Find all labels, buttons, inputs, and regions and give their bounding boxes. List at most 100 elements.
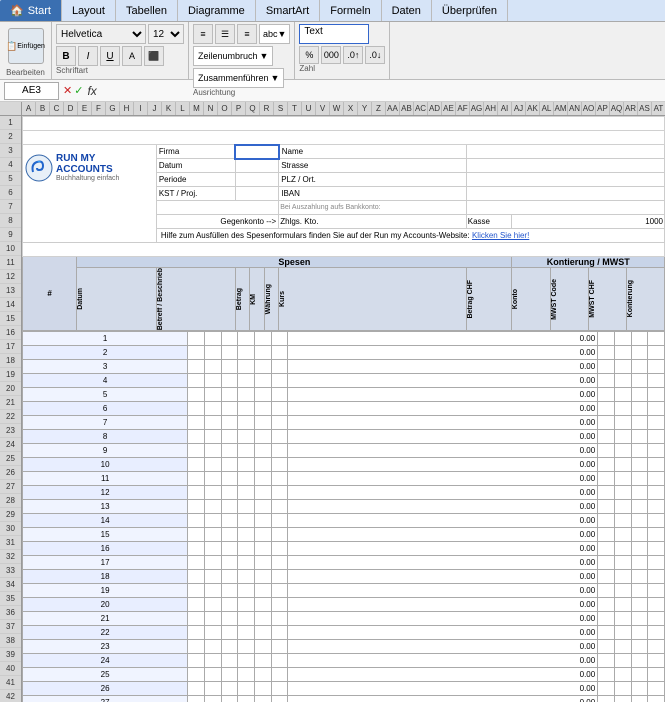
kontierung-cell[interactable]: [648, 472, 665, 486]
kurs-cell[interactable]: [271, 668, 288, 682]
percent-btn[interactable]: %: [299, 46, 319, 64]
menu-daten[interactable]: Daten: [382, 0, 432, 21]
mwstcode-cell[interactable]: [614, 444, 631, 458]
betrag-cell[interactable]: [221, 388, 238, 402]
km-cell[interactable]: [238, 444, 255, 458]
font-color-button[interactable]: A: [122, 46, 142, 66]
betrag-cell[interactable]: [221, 668, 238, 682]
betreff-cell[interactable]: [204, 388, 221, 402]
konto-cell[interactable]: [598, 346, 615, 360]
datum-cell[interactable]: [188, 542, 205, 556]
datum-cell[interactable]: [188, 430, 205, 444]
km-cell[interactable]: [238, 374, 255, 388]
kontierung-cell[interactable]: [648, 528, 665, 542]
km-cell[interactable]: [238, 402, 255, 416]
mwstcode-cell[interactable]: [614, 332, 631, 346]
menu-layout[interactable]: Layout: [62, 0, 116, 21]
km-cell[interactable]: [238, 570, 255, 584]
datum-cell[interactable]: [188, 528, 205, 542]
kontierung-cell[interactable]: [648, 416, 665, 430]
mwstchf-cell[interactable]: [631, 500, 648, 514]
mwstchf-cell[interactable]: [631, 486, 648, 500]
wahrung-cell[interactable]: [254, 626, 271, 640]
datum-cell[interactable]: [188, 388, 205, 402]
kurs-cell[interactable]: [271, 598, 288, 612]
mwstchf-cell[interactable]: [631, 374, 648, 388]
mwstchf-cell[interactable]: [631, 444, 648, 458]
betreff-cell[interactable]: [204, 416, 221, 430]
wahrung-cell[interactable]: [254, 346, 271, 360]
konto-cell[interactable]: [598, 612, 615, 626]
konto-cell[interactable]: [598, 542, 615, 556]
konto-cell[interactable]: [598, 570, 615, 584]
datum-cell[interactable]: [188, 612, 205, 626]
km-cell[interactable]: [238, 500, 255, 514]
datum-cell[interactable]: [188, 570, 205, 584]
kurs-cell[interactable]: [271, 388, 288, 402]
wahrung-cell[interactable]: [254, 696, 271, 702]
mwstchf-cell[interactable]: [631, 682, 648, 696]
kontierung-cell[interactable]: [648, 542, 665, 556]
km-cell[interactable]: [238, 472, 255, 486]
km-cell[interactable]: [238, 696, 255, 702]
konto-cell[interactable]: [598, 332, 615, 346]
wahrung-cell[interactable]: [254, 500, 271, 514]
konto-cell[interactable]: [598, 374, 615, 388]
kurs-cell[interactable]: [271, 682, 288, 696]
kurs-cell[interactable]: [271, 570, 288, 584]
betreff-cell[interactable]: [204, 668, 221, 682]
text-align-dropdown[interactable]: abc▼: [259, 24, 290, 44]
mwstcode-cell[interactable]: [614, 402, 631, 416]
mwstchf-cell[interactable]: [631, 416, 648, 430]
km-cell[interactable]: [238, 388, 255, 402]
datum-cell[interactable]: [188, 360, 205, 374]
mwstchf-cell[interactable]: [631, 542, 648, 556]
konto-cell[interactable]: [598, 528, 615, 542]
datum-cell[interactable]: [188, 654, 205, 668]
betreff-cell[interactable]: [204, 514, 221, 528]
mwstcode-cell[interactable]: [614, 360, 631, 374]
kontierung-cell[interactable]: [648, 598, 665, 612]
mwstcode-cell[interactable]: [614, 528, 631, 542]
menu-start[interactable]: 🏠 Start: [0, 0, 62, 21]
confirm-formula-icon[interactable]: ✓: [74, 84, 83, 97]
konto-cell[interactable]: [598, 388, 615, 402]
cancel-formula-icon[interactable]: ✕: [63, 84, 72, 97]
betreff-cell[interactable]: [204, 696, 221, 702]
mwstcode-cell[interactable]: [614, 500, 631, 514]
wahrung-cell[interactable]: [254, 528, 271, 542]
wahrung-cell[interactable]: [254, 668, 271, 682]
betreff-cell[interactable]: [204, 528, 221, 542]
kontierung-cell[interactable]: [648, 612, 665, 626]
increase-decimal-btn[interactable]: .0↑: [343, 46, 363, 64]
km-cell[interactable]: [238, 612, 255, 626]
km-cell[interactable]: [238, 668, 255, 682]
plzort-input[interactable]: [466, 173, 664, 187]
mwstchf-cell[interactable]: [631, 654, 648, 668]
wahrung-cell[interactable]: [254, 360, 271, 374]
wahrung-cell[interactable]: [254, 542, 271, 556]
kurs-cell[interactable]: [271, 472, 288, 486]
kontierung-cell[interactable]: [648, 682, 665, 696]
betrag-cell[interactable]: [221, 528, 238, 542]
datum-cell[interactable]: [188, 682, 205, 696]
datum-input[interactable]: [235, 159, 278, 173]
mwstchf-cell[interactable]: [631, 570, 648, 584]
betrag-cell[interactable]: [221, 584, 238, 598]
kontierung-cell[interactable]: [648, 374, 665, 388]
konto-cell[interactable]: [598, 584, 615, 598]
betreff-cell[interactable]: [204, 458, 221, 472]
konto-cell[interactable]: [598, 640, 615, 654]
mwstcode-cell[interactable]: [614, 668, 631, 682]
konto-cell[interactable]: [598, 360, 615, 374]
kontierung-cell[interactable]: [648, 584, 665, 598]
konto-cell[interactable]: [598, 402, 615, 416]
mwstcode-cell[interactable]: [614, 514, 631, 528]
wahrung-cell[interactable]: [254, 570, 271, 584]
mwstchf-cell[interactable]: [631, 696, 648, 702]
kontierung-cell[interactable]: [648, 332, 665, 346]
kontierung-cell[interactable]: [648, 458, 665, 472]
mwstcode-cell[interactable]: [614, 584, 631, 598]
thousands-btn[interactable]: 000: [321, 46, 341, 64]
datum-cell[interactable]: [188, 458, 205, 472]
